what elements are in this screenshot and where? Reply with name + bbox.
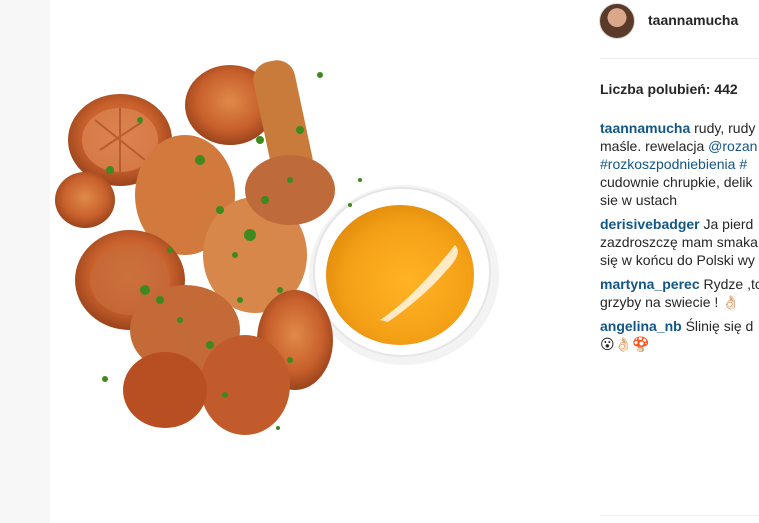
mushroom-dish-image: [50, 0, 499, 523]
likes-count[interactable]: Liczba polubień: 442: [600, 81, 738, 97]
footer-divider: [600, 515, 759, 516]
comment-username[interactable]: taannamucha: [600, 120, 690, 136]
post-photo[interactable]: [50, 0, 499, 523]
post-header: taannamucha: [499, 0, 759, 58]
comment-text: grzyby na swiecie ! 👌🏻: [600, 294, 740, 310]
post-sidebar: taannamucha Liczba polubień: 442 taannam…: [499, 0, 759, 523]
comment-text: maśle. rewelacja: [600, 138, 709, 154]
comment-text: sie w ustach: [600, 192, 678, 208]
page-gutter: [0, 0, 50, 523]
comment: martyna_perec Rydze ,to grzyby na swieci…: [600, 275, 759, 311]
comment-text: zazdroszczę mam smaka: [600, 234, 758, 250]
comment: taannamucha rudy, rudy maśle. rewelacja …: [600, 119, 759, 209]
header-divider: [600, 58, 759, 59]
comment-text: cudownie chrupkie, delik: [600, 174, 753, 190]
comment-text: Ślinię się d: [681, 318, 754, 334]
avatar[interactable]: [599, 3, 635, 39]
comment-username[interactable]: martyna_perec: [600, 276, 700, 292]
author-username[interactable]: taannamucha: [648, 12, 738, 28]
comment: derisivebadger Ja pierd zazdroszczę mam …: [600, 215, 759, 269]
comment-text: 😮👌🏻🍄: [600, 336, 650, 352]
comment-username[interactable]: angelina_nb: [600, 318, 682, 334]
comment-text: Rydze ,to: [699, 276, 759, 292]
comments-list: taannamucha rudy, rudy maśle. rewelacja …: [600, 119, 759, 359]
hashtag-link[interactable]: #rozkoszpodniebienia #: [600, 155, 759, 173]
comment-text: Ja pierd: [699, 216, 754, 232]
comment-username[interactable]: derisivebadger: [600, 216, 700, 232]
mention-link[interactable]: @rozan: [708, 138, 757, 154]
comment: angelina_nb Ślinię się d 😮👌🏻🍄: [600, 317, 759, 353]
comment-text: się w końcu do Polski wy: [600, 252, 755, 268]
comment-text: rudy, rudy: [690, 120, 756, 136]
